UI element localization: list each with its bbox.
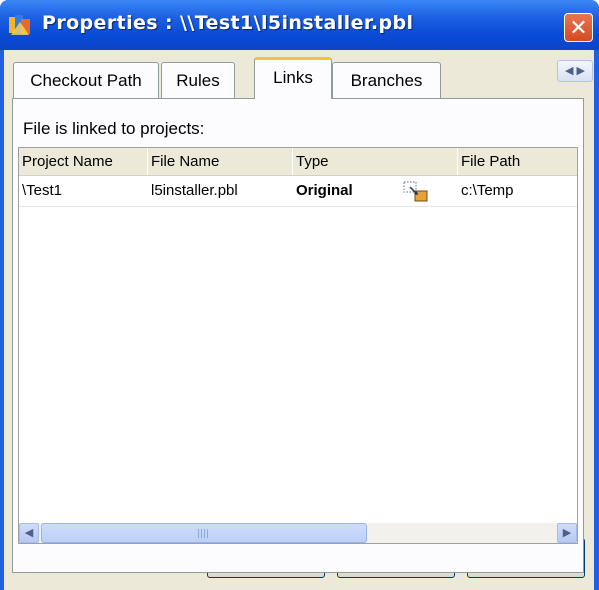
- links-tab-panel: File is linked to projects: Project Name…: [12, 98, 584, 573]
- cell-file-name: l5installer.pbl: [151, 182, 238, 199]
- linked-projects-label: File is linked to projects:: [23, 119, 205, 138]
- chevron-left-icon[interactable]: ◀: [565, 65, 573, 77]
- tab-branches[interactable]: Branches: [332, 62, 441, 99]
- scrollbar-thumb[interactable]: [41, 523, 367, 543]
- chevron-right-icon: ▶: [562, 527, 572, 539]
- title-bar[interactable]: Properties : \\Test1\l5installer.pbl ✕: [0, 0, 599, 50]
- close-icon: ✕: [569, 15, 588, 40]
- tab-scroll-arrows[interactable]: ◀ ▶: [557, 60, 593, 82]
- dialog-client-area: Checkout Path Rules Links Branches ◀ ▶ F…: [4, 50, 594, 590]
- properties-app-icon: [9, 15, 30, 35]
- window-title: Properties : \\Test1\l5installer.pbl: [42, 12, 414, 34]
- column-header-file-name[interactable]: File Name: [148, 148, 293, 175]
- table-row[interactable]: \Test1 l5installer.pbl Original c:\Temp: [19, 176, 577, 207]
- properties-window: Properties : \\Test1\l5installer.pbl ✕ C…: [0, 0, 599, 590]
- tab-label: Links: [273, 68, 313, 87]
- column-header-project-name[interactable]: Project Name: [19, 148, 148, 175]
- grip-icon: [198, 529, 210, 538]
- chevron-right-icon[interactable]: ▶: [577, 65, 585, 77]
- tab-label: Branches: [350, 71, 423, 90]
- link-shortcut-icon[interactable]: [403, 181, 429, 203]
- cell-file-path: c:\Temp: [461, 182, 514, 199]
- column-header-type[interactable]: Type: [293, 148, 458, 175]
- tab-label: Checkout Path: [30, 71, 142, 90]
- cell-type: Original: [296, 182, 353, 199]
- tab-checkout-path[interactable]: Checkout Path: [13, 62, 159, 99]
- horizontal-scrollbar[interactable]: ◀ ▶: [19, 523, 577, 543]
- table-header: Project Name File Name Type File Path: [19, 148, 577, 176]
- column-header-file-path[interactable]: File Path: [458, 148, 577, 175]
- linked-projects-table[interactable]: Project Name File Name Type File Path \T…: [18, 147, 578, 544]
- tab-label: Rules: [176, 71, 220, 90]
- tab-rules[interactable]: Rules: [161, 62, 235, 99]
- cell-project-name: \Test1: [22, 182, 63, 199]
- scroll-left-button[interactable]: ◀: [19, 523, 39, 543]
- chevron-left-icon: ◀: [24, 527, 34, 539]
- close-window-button[interactable]: ✕: [564, 13, 593, 42]
- scroll-right-button[interactable]: ▶: [557, 523, 577, 543]
- tab-links[interactable]: Links: [254, 57, 332, 99]
